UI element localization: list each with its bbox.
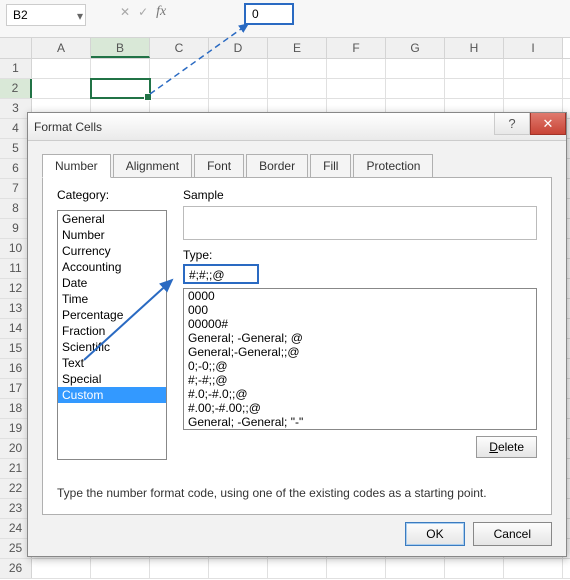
cell[interactable] xyxy=(445,559,504,578)
column-header[interactable]: G xyxy=(386,38,445,58)
cell[interactable] xyxy=(32,79,91,98)
cell[interactable] xyxy=(327,59,386,78)
category-item[interactable]: Percentage xyxy=(58,307,166,323)
format-list[interactable]: 000000000000#General; -General; @General… xyxy=(183,288,537,430)
category-item[interactable]: Fraction xyxy=(58,323,166,339)
category-list[interactable]: GeneralNumberCurrencyAccountingDateTimeP… xyxy=(57,210,167,460)
cancel-formula-icon: ✕ xyxy=(120,5,130,19)
format-item[interactable]: #.00;-#.00;;@ xyxy=(184,401,536,415)
dialog-title: Format Cells xyxy=(34,120,102,134)
hint-text: Type the number format code, using one o… xyxy=(57,486,537,500)
category-item[interactable]: Scientific xyxy=(58,339,166,355)
column-header[interactable]: F xyxy=(327,38,386,58)
format-item[interactable]: General;-General;;@ xyxy=(184,345,536,359)
column-header[interactable]: D xyxy=(209,38,268,58)
delete-button[interactable]: Delete xyxy=(476,436,537,458)
format-item[interactable]: #.0;-#.0;;@ xyxy=(184,387,536,401)
cell[interactable] xyxy=(150,59,209,78)
cell[interactable] xyxy=(91,559,150,578)
cell[interactable] xyxy=(445,59,504,78)
category-item[interactable]: Special xyxy=(58,371,166,387)
format-cells-dialog: Format Cells ? ✕ NumberAlignmentFontBord… xyxy=(27,112,567,557)
type-label: Type: xyxy=(183,248,537,262)
ok-button[interactable]: OK xyxy=(405,522,464,546)
category-item[interactable]: Currency xyxy=(58,243,166,259)
cell[interactable] xyxy=(209,559,268,578)
format-item[interactable]: General; -General; @ xyxy=(184,331,536,345)
sample-label: Sample xyxy=(183,188,537,202)
tab-fill[interactable]: Fill xyxy=(310,154,351,178)
category-item[interactable]: General xyxy=(58,211,166,227)
close-button[interactable]: ✕ xyxy=(530,113,566,135)
tab-number[interactable]: Number xyxy=(42,154,111,178)
cell[interactable] xyxy=(268,79,327,98)
cell[interactable] xyxy=(32,559,91,578)
column-header[interactable]: E xyxy=(268,38,327,58)
cell[interactable] xyxy=(327,79,386,98)
category-item[interactable]: Number xyxy=(58,227,166,243)
type-input[interactable]: #;#;;@ xyxy=(183,264,259,284)
column-header[interactable]: C xyxy=(150,38,209,58)
formula-bar-value[interactable]: 0 xyxy=(244,3,294,25)
cell[interactable] xyxy=(504,79,563,98)
formula-controls: ✕ ✓ fx xyxy=(120,4,166,20)
cell[interactable] xyxy=(209,59,268,78)
cell[interactable] xyxy=(150,559,209,578)
cell[interactable] xyxy=(91,79,150,98)
format-item[interactable]: 00000# xyxy=(184,317,536,331)
category-item[interactable]: Date xyxy=(58,275,166,291)
cell[interactable] xyxy=(268,59,327,78)
format-item[interactable]: #;#;;@ xyxy=(184,429,536,430)
accept-formula-icon: ✓ xyxy=(138,5,148,19)
cancel-button[interactable]: Cancel xyxy=(473,522,552,546)
column-header[interactable]: I xyxy=(504,38,563,58)
name-box[interactable]: B2 ▾ xyxy=(6,4,86,26)
cell[interactable] xyxy=(268,559,327,578)
row-header[interactable]: 26 xyxy=(0,559,32,578)
cell[interactable] xyxy=(445,79,504,98)
row-header[interactable]: 2 xyxy=(0,79,32,98)
fx-icon: fx xyxy=(156,4,166,20)
tab-font[interactable]: Font xyxy=(194,154,244,178)
cell[interactable] xyxy=(150,79,209,98)
cell[interactable] xyxy=(386,79,445,98)
category-item[interactable]: Text xyxy=(58,355,166,371)
cell[interactable] xyxy=(386,59,445,78)
format-item[interactable]: 000 xyxy=(184,303,536,317)
name-box-value: B2 xyxy=(13,8,28,22)
cell[interactable] xyxy=(32,59,91,78)
sample-box xyxy=(183,206,537,240)
cell[interactable] xyxy=(91,59,150,78)
help-button[interactable]: ? xyxy=(494,113,530,135)
tab-protection[interactable]: Protection xyxy=(353,154,433,178)
format-item[interactable]: 0000 xyxy=(184,289,536,303)
cell[interactable] xyxy=(327,559,386,578)
cell[interactable] xyxy=(504,59,563,78)
tab-border[interactable]: Border xyxy=(246,154,308,178)
tab-alignment[interactable]: Alignment xyxy=(113,154,192,178)
dialog-titlebar[interactable]: Format Cells ? ✕ xyxy=(28,113,566,141)
column-header[interactable]: B xyxy=(91,38,150,58)
category-item[interactable]: Accounting xyxy=(58,259,166,275)
select-all-corner[interactable] xyxy=(0,38,32,58)
cell[interactable] xyxy=(504,559,563,578)
format-item[interactable]: General; -General; "-" xyxy=(184,415,536,429)
row-header[interactable]: 1 xyxy=(0,59,32,78)
category-item[interactable]: Custom xyxy=(58,387,166,403)
chevron-down-icon: ▾ xyxy=(77,9,83,23)
cell[interactable] xyxy=(386,559,445,578)
cell[interactable] xyxy=(209,79,268,98)
column-header[interactable]: A xyxy=(32,38,91,58)
column-header[interactable]: H xyxy=(445,38,504,58)
category-item[interactable]: Time xyxy=(58,291,166,307)
format-item[interactable]: #;-#;;@ xyxy=(184,373,536,387)
format-item[interactable]: 0;-0;;@ xyxy=(184,359,536,373)
